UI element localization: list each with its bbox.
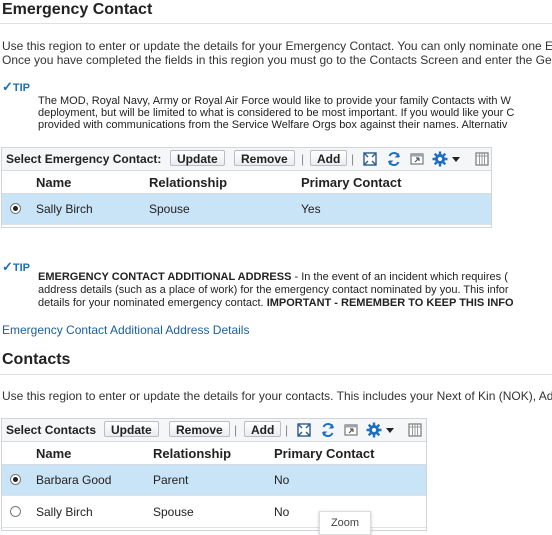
dropdown-arrow-icon[interactable] xyxy=(385,422,395,438)
title-divider xyxy=(0,374,552,375)
table-row[interactable]: Sally Birch Spouse Yes xyxy=(2,194,491,225)
contacts-toolbar: Select Contacts Update Remove | Add | xyxy=(2,419,426,442)
update-button[interactable]: Update xyxy=(170,150,225,166)
toolbar-separator: | xyxy=(234,423,238,437)
contact-primary: Yes xyxy=(301,202,321,216)
remove-button[interactable]: Remove xyxy=(234,150,295,166)
tip2-line3-text: details for your nominated emergency con… xyxy=(38,297,267,309)
emergency-intro-line2: Once you have completed the fields in th… xyxy=(2,53,552,67)
tip2-line2: address details (such as a place of work… xyxy=(38,284,509,296)
row-radio[interactable] xyxy=(10,506,21,517)
emergency-toolbar: Select Emergency Contact: Update Remove … xyxy=(2,148,491,171)
contact-relationship: Parent xyxy=(153,473,189,487)
columns-icon[interactable] xyxy=(407,422,423,438)
tip-check-icon: ✓ xyxy=(2,79,13,94)
contact-primary: No xyxy=(274,473,290,487)
tip-label: TIP xyxy=(12,262,31,274)
tip2-line3: details for your nominated emergency con… xyxy=(38,297,514,310)
column-header-primary-contact: Primary Contact xyxy=(274,446,375,461)
toolbar-separator: | xyxy=(351,152,355,166)
settings-gear-icon[interactable] xyxy=(366,422,382,438)
contact-name: Sally Birch xyxy=(36,505,93,519)
row-radio-selected[interactable] xyxy=(10,474,21,485)
toolbar-separator: | xyxy=(285,423,289,437)
add-button[interactable]: Add xyxy=(310,150,348,166)
zoom-icon[interactable] xyxy=(362,151,378,167)
tip2-line1: EMERGENCY CONTACT ADDITIONAL ADDRESS - I… xyxy=(38,271,508,284)
refresh-icon[interactable] xyxy=(320,422,336,438)
tip1-line1: The MOD, Royal Navy, Army or Royal Air F… xyxy=(38,95,511,107)
emergency-contact-title: Emergency Contact xyxy=(2,1,153,18)
zoom-tooltip: Zoom xyxy=(319,511,371,535)
title-divider xyxy=(0,23,552,24)
update-button[interactable]: Update xyxy=(104,421,159,437)
zoom-icon[interactable] xyxy=(296,422,312,438)
detach-icon[interactable] xyxy=(343,422,359,438)
emergency-contact-table: Select Emergency Contact: Update Remove … xyxy=(1,147,492,228)
table-header: Name Relationship Primary Contact xyxy=(2,442,426,465)
contact-name: Sally Birch xyxy=(36,202,93,216)
contact-primary: No xyxy=(274,505,290,519)
column-header-primary-contact: Primary Contact xyxy=(301,175,402,190)
detach-icon[interactable] xyxy=(409,151,425,167)
add-button[interactable]: Add xyxy=(244,421,282,437)
table-header: Name Relationship Primary Contact xyxy=(2,171,491,194)
tip2-important: IMPORTANT - REMEMBER TO KEEP THIS INFO xyxy=(266,297,514,309)
tip2-bold-heading: EMERGENCY CONTACT ADDITIONAL ADDRESS xyxy=(38,271,292,283)
row-radio-selected[interactable] xyxy=(10,203,21,214)
contacts-title: Contacts xyxy=(2,351,71,368)
column-header-relationship: Relationship xyxy=(153,446,232,461)
refresh-icon[interactable] xyxy=(386,151,402,167)
contact-name: Barbara Good xyxy=(36,473,112,487)
contact-relationship: Spouse xyxy=(149,202,190,216)
tip-check-icon: ✓ xyxy=(2,259,13,274)
emergency-intro-line1: Use this region to enter or update the d… xyxy=(2,39,552,53)
column-header-relationship: Relationship xyxy=(149,175,228,190)
column-header-name: Name xyxy=(36,175,72,190)
tip1-line3: provided with communications from the Se… xyxy=(38,119,508,131)
tip-heading: ✓TIP xyxy=(2,79,30,95)
columns-icon[interactable] xyxy=(474,151,490,167)
tip-label: TIP xyxy=(12,82,31,94)
tip2-line1-text: - In the event of an incident which requ… xyxy=(291,271,508,283)
tip-heading: ✓TIP xyxy=(2,259,30,275)
additional-address-link[interactable]: Emergency Contact Additional Address Det… xyxy=(2,323,249,337)
select-contacts-label: Select Contacts xyxy=(6,423,97,437)
contacts-intro: Use this region to enter or update the d… xyxy=(2,389,552,403)
settings-gear-icon[interactable] xyxy=(432,151,448,167)
remove-button[interactable]: Remove xyxy=(169,421,230,437)
column-header-name: Name xyxy=(36,446,72,461)
contact-relationship: Spouse xyxy=(153,505,194,519)
dropdown-arrow-icon[interactable] xyxy=(451,151,461,167)
select-emergency-contact-label: Select Emergency Contact: xyxy=(6,152,162,166)
toolbar-separator: | xyxy=(301,152,305,166)
table-row[interactable]: Barbara Good Parent No xyxy=(2,465,426,496)
tip1-line2: deployment, but will be limited to what … xyxy=(38,107,515,119)
